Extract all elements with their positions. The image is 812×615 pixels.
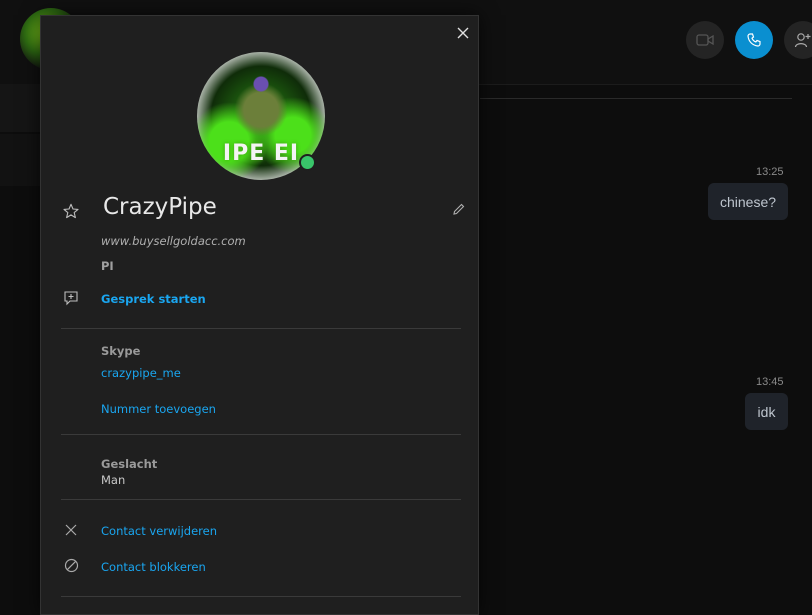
edit-pencil-icon[interactable] — [451, 201, 467, 217]
chat-divider — [480, 98, 792, 99]
new-chat-icon[interactable] — [62, 289, 80, 307]
phone-icon — [747, 33, 761, 47]
contact-profile-panel: IPE EI CrazyPipe www.buysellgoldacc.com … — [40, 15, 479, 615]
remove-contact-link[interactable]: Contact verwijderen — [101, 524, 217, 538]
audio-call-button[interactable] — [735, 21, 773, 59]
block-contact-icon[interactable] — [63, 557, 79, 573]
online-status-indicator — [299, 154, 316, 171]
mood-message: www.buysellgoldacc.com — [101, 234, 246, 248]
message-time: 13:25 — [756, 166, 784, 178]
contact-name: CrazyPipe — [103, 194, 217, 220]
divider — [61, 499, 461, 500]
divider — [61, 328, 461, 329]
sidebar-strip — [0, 134, 40, 186]
skype-label: Skype — [101, 344, 141, 358]
block-contact-link[interactable]: Contact blokkeren — [101, 560, 206, 574]
close-icon — [457, 27, 469, 39]
add-people-button[interactable] — [784, 21, 812, 59]
skype-username-link[interactable]: crazypipe_me — [101, 366, 181, 380]
gender-label: Geslacht — [101, 457, 158, 471]
message-bubble[interactable]: idk — [745, 393, 788, 430]
add-person-icon — [794, 33, 811, 48]
divider — [61, 434, 461, 435]
message-time: 13:45 — [756, 376, 784, 388]
favorite-star-icon[interactable] — [62, 202, 80, 220]
message-bubble[interactable]: chinese? — [708, 183, 788, 220]
location: PI — [101, 259, 114, 273]
video-icon — [696, 34, 714, 46]
divider — [61, 596, 461, 597]
add-number-link[interactable]: Nummer toevoegen — [101, 402, 216, 416]
start-chat-link[interactable]: Gesprek starten — [101, 292, 206, 306]
close-button[interactable] — [455, 25, 471, 41]
gender-value: Man — [101, 473, 126, 487]
remove-contact-icon[interactable] — [63, 522, 79, 538]
sidebar-strip — [0, 84, 40, 132]
video-call-button[interactable] — [686, 21, 724, 59]
